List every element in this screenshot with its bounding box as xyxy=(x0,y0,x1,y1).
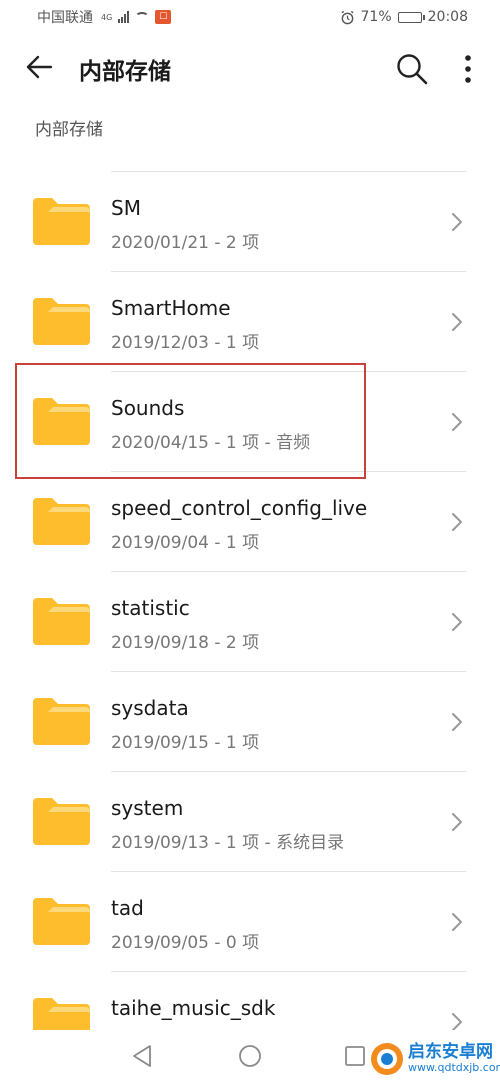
folder-row[interactable]: Sounds 2020/04/15 - 1 项 - 音频 xyxy=(0,371,500,471)
row-divider xyxy=(111,271,466,272)
folder-meta: 2019/09/18 - 2 项 xyxy=(111,633,260,653)
row-divider xyxy=(111,171,466,172)
status-left: 中国联通 4G ☐ xyxy=(37,7,172,27)
chevron-right-icon xyxy=(452,213,462,231)
folder-name: Sounds xyxy=(111,396,185,420)
row-divider xyxy=(111,771,466,772)
folder-icon xyxy=(33,398,90,445)
watermark: 启东安卓网 www.qdtdxjb.com xyxy=(370,1042,500,1076)
folder-icon xyxy=(33,298,90,345)
chevron-right-icon xyxy=(452,413,462,431)
breadcrumb[interactable]: 内部存储 xyxy=(35,115,103,140)
watermark-name: 启东安卓网 xyxy=(408,1042,493,1063)
folder-list: SM 2020/01/21 - 2 项 SmartHome 2019/12/03 - … xyxy=(0,171,500,1071)
status-bar: 中国联通 4G ☐ 71% 20:08 xyxy=(0,0,500,34)
folder-name: tad xyxy=(111,896,144,920)
more-vertical-icon[interactable] xyxy=(462,54,474,84)
folder-name: system xyxy=(111,796,184,820)
watermark-url: www.qdtdxjb.com xyxy=(408,1061,500,1075)
battery-percent: 71% xyxy=(360,9,392,25)
folder-name: SM xyxy=(111,196,141,220)
battery-icon xyxy=(397,11,425,23)
folder-name: statistic xyxy=(111,596,190,620)
chevron-right-icon xyxy=(452,913,462,931)
folder-row[interactable]: SM 2020/01/21 - 2 项 xyxy=(0,171,500,271)
chevron-right-icon xyxy=(452,613,462,631)
app-header: 内部存储 xyxy=(0,40,500,96)
folder-name: speed_control_config_live xyxy=(111,496,368,520)
chevron-right-icon xyxy=(452,313,462,331)
nav-recent-icon[interactable] xyxy=(344,1045,366,1067)
folder-icon xyxy=(33,798,90,845)
folder-meta: 2019/09/15 - 1 项 xyxy=(111,733,260,753)
folder-icon xyxy=(33,498,90,545)
status-right: 71% 20:08 xyxy=(340,9,468,25)
folder-row[interactable]: speed_control_config_live 2019/09/04 - 1 … xyxy=(0,471,500,571)
folder-meta: 2019/09/05 - 0 项 xyxy=(111,933,260,953)
clock: 20:08 xyxy=(427,9,468,25)
search-icon[interactable] xyxy=(395,52,429,86)
folder-meta: 2020/01/21 - 2 项 xyxy=(111,233,260,253)
alarm-icon xyxy=(340,10,354,24)
watermark-text: 启东安卓网 www.qdtdxjb.com xyxy=(408,1042,500,1075)
folder-icon xyxy=(33,698,90,745)
chevron-right-icon xyxy=(452,813,462,831)
notification-app-icon: ☐ xyxy=(155,10,172,24)
chevron-right-icon xyxy=(452,713,462,731)
nav-back-icon[interactable] xyxy=(130,1043,154,1069)
network-badge: 4G xyxy=(101,12,113,22)
folder-meta: 2019/09/13 - 1 项 - 系统目录 xyxy=(111,833,345,853)
page-title: 内部存储 xyxy=(79,59,171,85)
row-divider xyxy=(111,471,466,472)
folder-row[interactable]: system 2019/09/13 - 1 项 - 系统目录 xyxy=(0,771,500,871)
row-divider xyxy=(111,971,466,972)
folder-row[interactable]: SmartHome 2019/12/03 - 1 项 xyxy=(0,271,500,371)
row-divider xyxy=(111,371,466,372)
folder-meta: 2019/12/03 - 1 项 xyxy=(111,333,260,353)
folder-name: sysdata xyxy=(111,696,189,720)
folder-icon xyxy=(33,598,90,645)
folder-meta: 2019/09/04 - 1 项 xyxy=(111,533,260,553)
folder-name: taihe_music_sdk xyxy=(111,996,276,1020)
row-divider xyxy=(111,671,466,672)
chevron-right-icon xyxy=(452,513,462,531)
folder-row[interactable]: tad 2019/09/05 - 0 项 xyxy=(0,871,500,971)
nav-home-icon[interactable] xyxy=(238,1044,262,1068)
folder-meta: 2020/04/15 - 1 项 - 音频 xyxy=(111,433,311,453)
back-arrow-icon[interactable] xyxy=(24,52,54,82)
wifi-icon xyxy=(135,12,150,22)
watermark-logo-icon xyxy=(371,1043,403,1075)
folder-row[interactable]: statistic 2019/09/18 - 2 项 xyxy=(0,571,500,671)
signal-icon xyxy=(118,11,130,23)
row-divider xyxy=(111,571,466,572)
folder-icon xyxy=(33,198,90,245)
folder-row[interactable]: sysdata 2019/09/15 - 1 项 xyxy=(0,671,500,771)
row-divider xyxy=(111,871,466,872)
carrier-label: 中国联通 xyxy=(37,10,93,26)
folder-icon xyxy=(33,898,90,945)
folder-name: SmartHome xyxy=(111,296,231,320)
